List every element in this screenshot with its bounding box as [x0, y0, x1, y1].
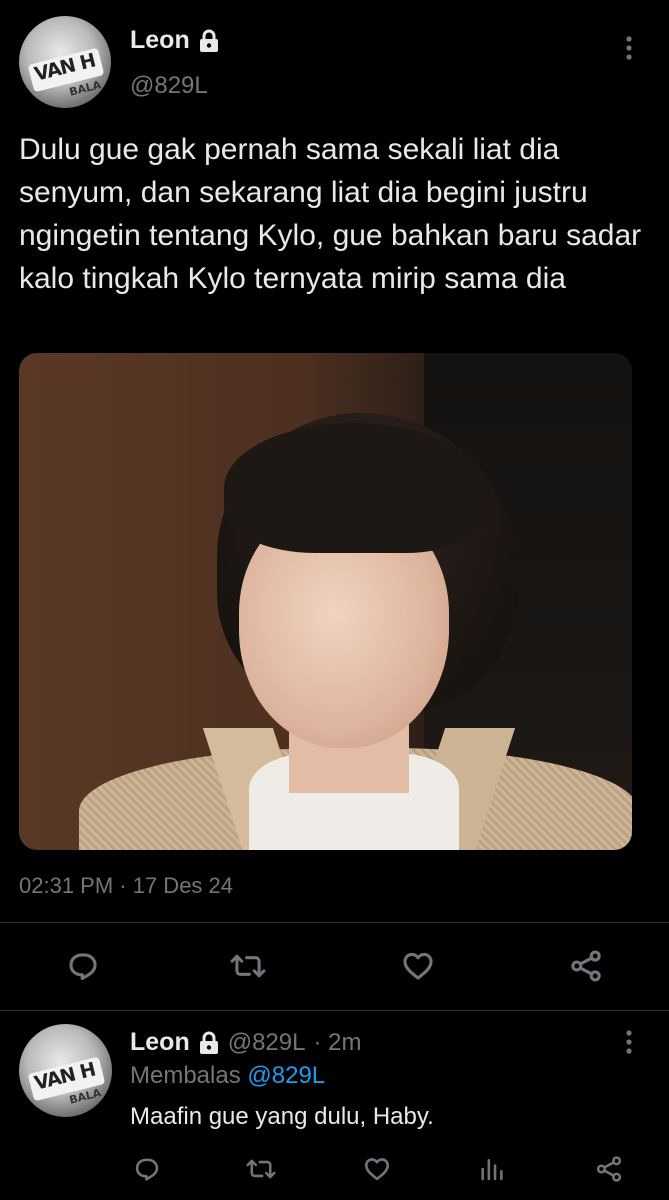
reply-text: Maafin gue yang dulu, Haby. — [130, 1103, 434, 1130]
retweet-button[interactable] — [246, 1155, 276, 1183]
share-icon — [596, 1156, 622, 1182]
reply-age: · 2m — [313, 1028, 362, 1056]
retweet-icon — [246, 1159, 276, 1179]
reply-icon — [135, 1158, 159, 1181]
like-button[interactable] — [400, 949, 436, 983]
divider — [0, 922, 669, 923]
reply-avatar[interactable]: VAN H BALA — [19, 1024, 112, 1117]
more-vertical-icon[interactable] — [622, 34, 636, 64]
reply-button[interactable] — [133, 1155, 161, 1183]
reply-author-name[interactable]: Leon — [130, 1028, 190, 1057]
retweet-icon — [230, 954, 266, 978]
reply-icon — [69, 953, 97, 981]
avatar[interactable]: VAN H BALA — [19, 16, 111, 108]
lock-icon — [198, 29, 220, 53]
views-icon — [481, 1158, 503, 1181]
retweet-button[interactable] — [230, 949, 266, 983]
tweet-timestamp[interactable]: 02:31 PM · 17 Des 24 — [19, 873, 233, 899]
reply-author-handle[interactable]: @829L — [228, 1029, 306, 1057]
like-icon — [403, 952, 433, 980]
divider — [0, 1010, 669, 1011]
author-handle[interactable]: @829L — [130, 72, 208, 100]
share-button[interactable] — [568, 949, 604, 983]
share-button[interactable] — [594, 1155, 624, 1183]
like-icon — [364, 1158, 390, 1181]
replying-to: Membalas @829L — [130, 1062, 325, 1090]
tweet-photo[interactable] — [19, 353, 632, 850]
more-vertical-icon[interactable] — [622, 1028, 636, 1058]
reply-button[interactable] — [66, 949, 100, 983]
views-button[interactable] — [478, 1155, 506, 1183]
lock-icon — [198, 1031, 220, 1055]
replying-to-label: Membalas — [130, 1062, 241, 1089]
author-name[interactable]: Leon — [130, 26, 190, 55]
reply-header: Leon @829L · 2m — [130, 1028, 361, 1057]
tweet-text: Dulu gue gak pernah sama sekali liat dia… — [19, 133, 642, 295]
replying-to-handle[interactable]: @829L — [247, 1062, 325, 1089]
share-icon — [571, 950, 601, 982]
like-button[interactable] — [362, 1155, 392, 1183]
author-name-row[interactable]: Leon — [130, 26, 220, 55]
